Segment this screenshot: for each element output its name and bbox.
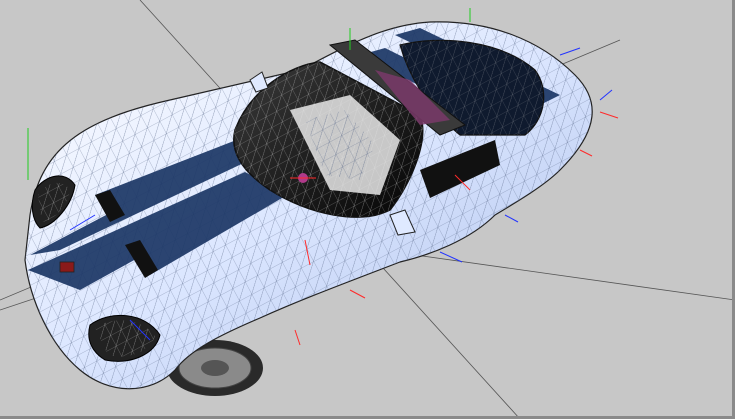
axis-gizmo: [294, 329, 301, 346]
hood-badge: [59, 261, 75, 273]
axis-gizmo: [579, 149, 593, 157]
3d-viewport[interactable]: [0, 0, 735, 419]
axis-gizmo: [559, 47, 581, 56]
axis-gizmo: [504, 214, 519, 223]
axis-gizmo: [439, 251, 463, 263]
axis-gizmo: [349, 289, 366, 299]
axis-gizmo: [599, 89, 613, 101]
scene-canvas[interactable]: [0, 0, 735, 419]
axis-gizmo: [599, 111, 619, 119]
